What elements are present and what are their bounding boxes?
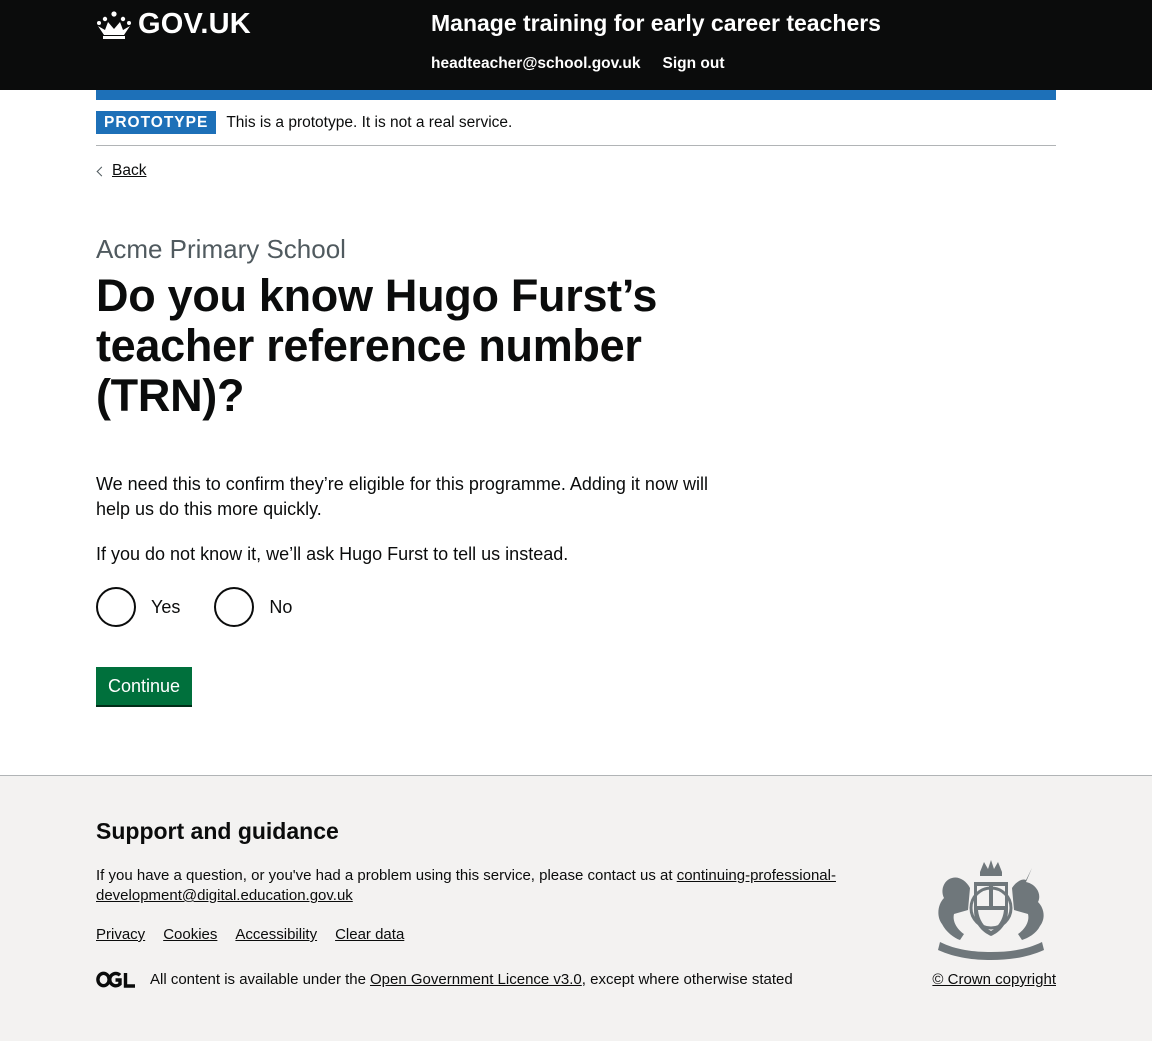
phase-tag: PROTOTYPE xyxy=(96,111,217,134)
footer-link-accessibility[interactable]: Accessibility xyxy=(235,926,317,943)
crown-icon xyxy=(97,10,131,39)
footer-link-cookies[interactable]: Cookies xyxy=(163,926,217,943)
licence-link[interactable]: Open Government Licence v3.0 xyxy=(370,971,582,988)
footer-contact-text: If you have a question, or you've had a … xyxy=(96,866,866,906)
header-blue-bar xyxy=(96,90,1056,100)
radio-option-yes[interactable]: Yes xyxy=(96,587,180,627)
contact-text: If you have a question, or you've had a … xyxy=(96,867,677,884)
page-caption: Acme Primary School xyxy=(96,234,346,264)
sign-out-link[interactable]: Sign out xyxy=(663,55,725,73)
continue-button[interactable]: Continue xyxy=(96,667,193,705)
footer-link-clear-data[interactable]: Clear data xyxy=(335,926,404,943)
back-link[interactable]: Back xyxy=(96,162,146,180)
radio-no-label[interactable]: No xyxy=(269,597,292,618)
service-name-link[interactable]: Manage training for early career teacher… xyxy=(431,10,881,37)
page-title: Do you know Hugo Furst’s teacher referen… xyxy=(96,270,658,421)
site-header: GOV.UK Manage training for early career … xyxy=(0,0,1152,90)
site-footer: Support and guidance If you have a quest… xyxy=(0,775,1152,1041)
main-container: PROTOTYPE This is a prototype. It is not… xyxy=(96,100,1056,705)
main-content: Acme Primary School Do you know Hugo Fur… xyxy=(96,234,1056,705)
trn-radio-group: Yes No xyxy=(96,587,1056,627)
crown-copyright-link[interactable]: © Crown copyright xyxy=(932,971,1056,988)
govuk-logo-link[interactable]: GOV.UK xyxy=(96,8,251,41)
fallback-paragraph: If you do not know it, we’ll ask Hugo Fu… xyxy=(96,544,569,564)
licence-prefix: All content is available under the xyxy=(150,971,366,988)
radio-no-input[interactable] xyxy=(214,587,255,627)
phase-banner: PROTOTYPE This is a prototype. It is not… xyxy=(96,100,1056,146)
header-container: GOV.UK Manage training for early career … xyxy=(96,0,1056,90)
user-email-link[interactable]: headteacher@school.gov.uk xyxy=(431,55,641,73)
phase-banner-text: This is a prototype. It is not a real se… xyxy=(226,113,513,131)
ogl-logo-icon xyxy=(96,971,135,988)
radio-yes-input[interactable] xyxy=(96,587,136,627)
back-link-label: Back xyxy=(112,162,147,179)
eligibility-paragraph: We need this to confirm they’re eligible… xyxy=(96,474,708,519)
footer-container: Support and guidance If you have a quest… xyxy=(96,776,1056,1041)
licence-suffix: , except where otherwise stated xyxy=(581,971,793,988)
chevron-left-icon xyxy=(96,166,107,176)
footer-link-privacy[interactable]: Privacy xyxy=(96,926,145,943)
header-nav: headteacher@school.gov.uk Sign out xyxy=(431,55,725,73)
footer-licence: All content is available under the Open … xyxy=(96,971,793,988)
radio-option-no[interactable]: No xyxy=(214,587,292,627)
footer-heading: Support and guidance xyxy=(96,818,339,844)
footer-links: Privacy Cookies Accessibility Clear data xyxy=(96,926,404,943)
govuk-logo-text: GOV.UK xyxy=(138,8,251,40)
royal-coat-of-arms-icon xyxy=(938,860,1044,960)
radio-yes-label[interactable]: Yes xyxy=(151,597,180,618)
